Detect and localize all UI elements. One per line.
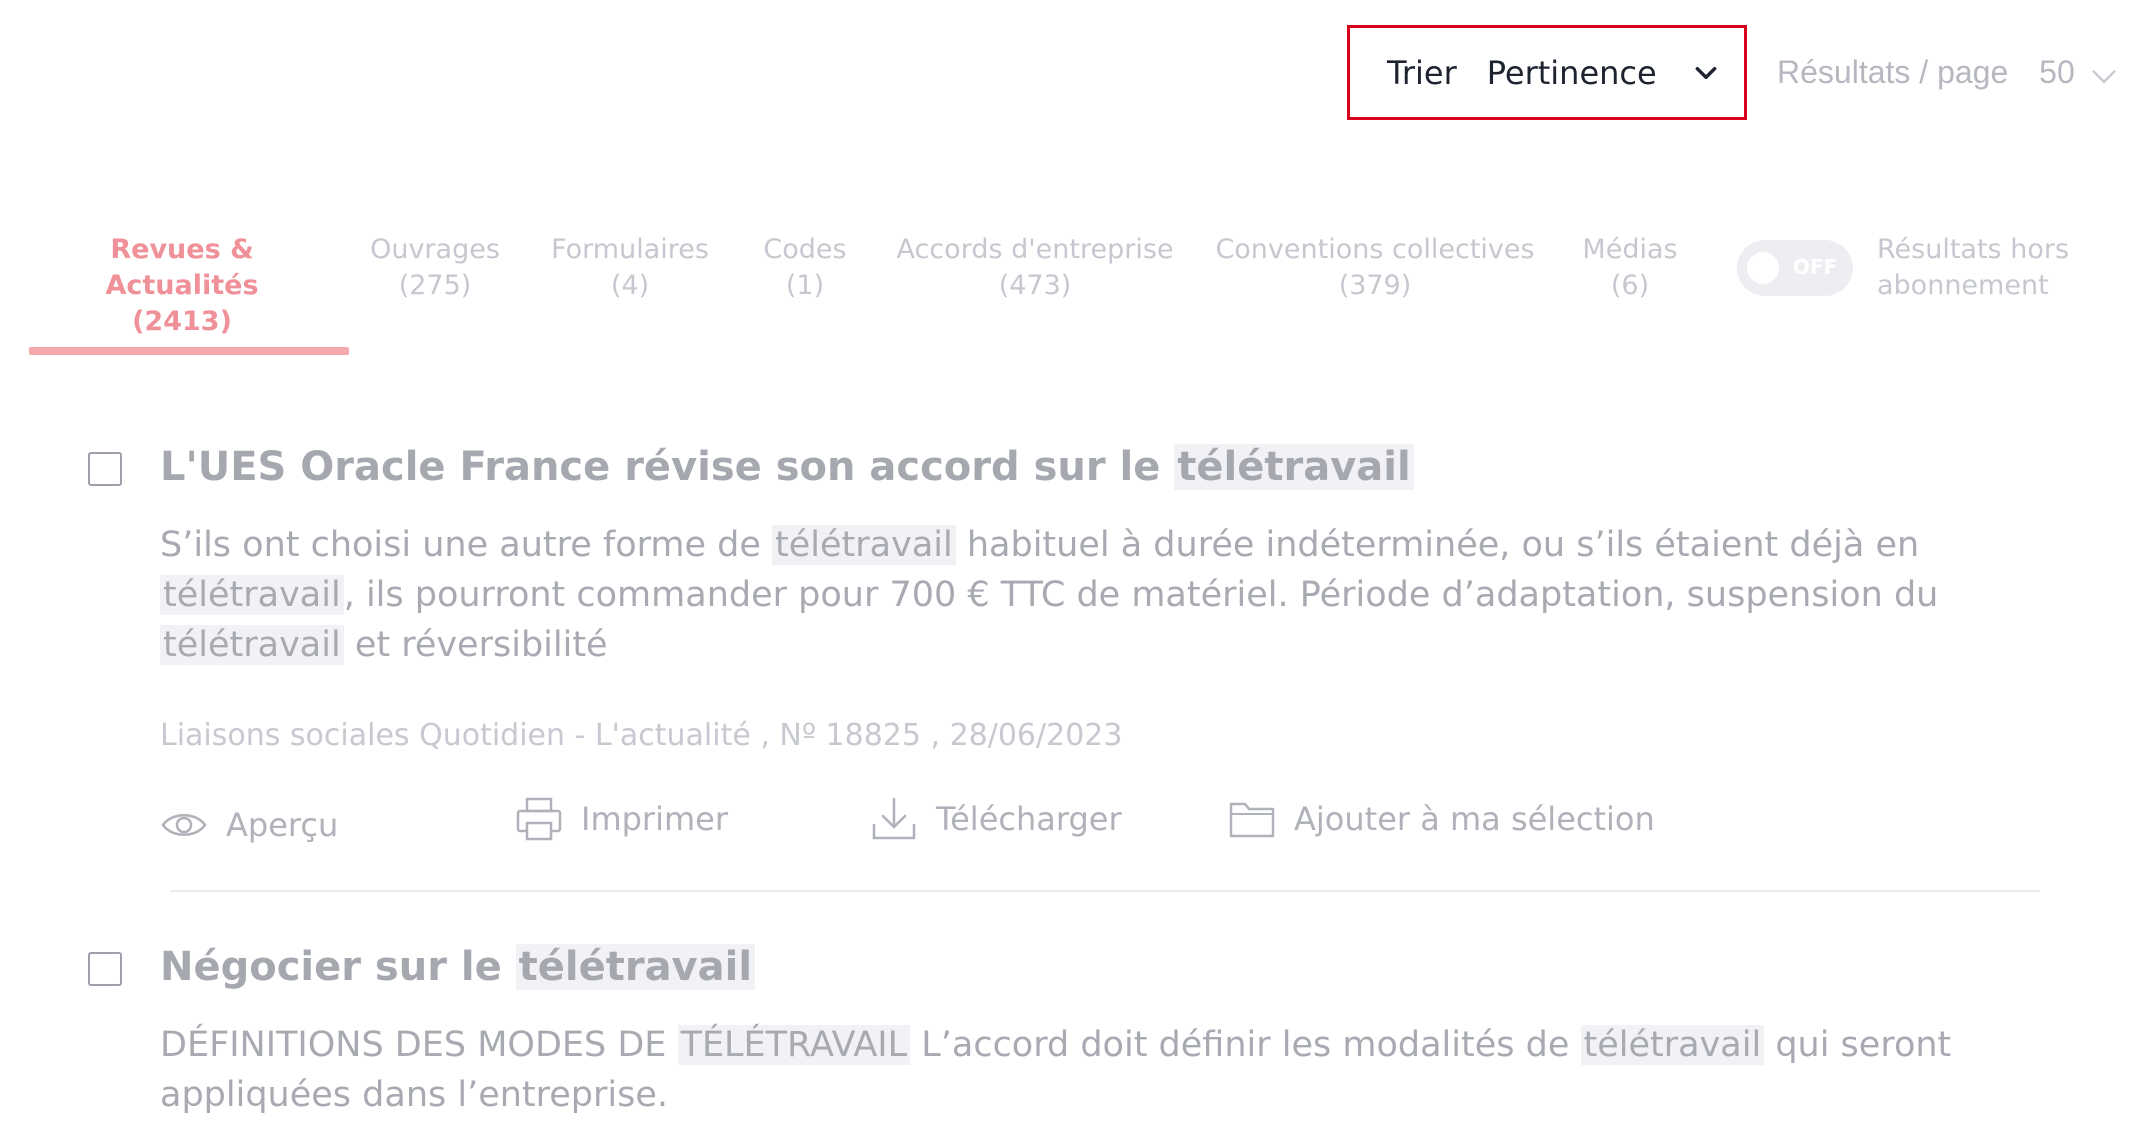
add-selection-label: Ajouter à ma sélection — [1294, 800, 1655, 838]
result-checkbox[interactable] — [88, 452, 122, 486]
desc-highlight: télétravail — [772, 525, 956, 565]
toggle-label: Résultats hors abonnement — [1877, 232, 2069, 304]
print-label: Imprimer — [581, 800, 728, 838]
tab-count: (275) — [398, 270, 472, 301]
toggle-knob — [1747, 252, 1779, 284]
desc-highlight: télétravail — [160, 625, 344, 665]
active-tab-indicator — [29, 347, 349, 355]
sort-value: Pertinence — [1486, 53, 1657, 92]
result-checkbox[interactable] — [88, 952, 122, 986]
result-divider — [170, 890, 2040, 892]
preview-button[interactable]: Aperçu — [160, 802, 338, 848]
title-highlight: télétravail — [1174, 444, 1414, 490]
tab-count: (473) — [998, 270, 1072, 301]
desc-highlight: TÉLÉTRAVAIL — [677, 1025, 911, 1065]
tab-revues-actualites[interactable]: Revues & Actualités (2413) — [44, 232, 320, 340]
desc-text: et réversibilité — [343, 625, 608, 665]
tab-label: Conventions collectives — [1215, 234, 1535, 265]
toggle-label-line: abonnement — [1877, 270, 2049, 301]
tab-codes[interactable]: Codes (1) — [755, 232, 855, 304]
tab-label: Revues & Actualités — [105, 234, 259, 301]
sort-label: Trier — [1387, 53, 1457, 92]
tab-count: (2413) — [132, 306, 232, 337]
chevron-down-icon[interactable] — [2090, 62, 2118, 90]
toggle-state: OFF — [1793, 255, 1838, 279]
tab-ouvrages[interactable]: Ouvrages (275) — [370, 232, 500, 304]
sort-dropdown[interactable]: Trier Pertinence — [1347, 25, 1747, 120]
eye-icon — [161, 814, 207, 836]
result-title[interactable]: Négocier sur le télétravail — [160, 944, 756, 990]
result-description: S’ils ont choisi une autre forme de télé… — [160, 520, 1960, 670]
desc-text: DÉFINITIONS DES MODES DE — [160, 1025, 678, 1065]
tab-formulaires[interactable]: Formulaires (4) — [550, 232, 710, 304]
folder-icon — [1229, 802, 1275, 838]
chevron-down-icon — [1695, 66, 1717, 79]
tab-label: Codes — [763, 234, 847, 265]
tab-count: (4) — [610, 270, 650, 301]
title-text: Négocier sur le — [160, 944, 516, 990]
desc-text: habituel à durée indéterminée, ou s’ils … — [955, 525, 1920, 565]
download-button[interactable]: Télécharger — [870, 796, 1122, 842]
tab-label: Ouvrages — [370, 234, 500, 265]
download-label: Télécharger — [936, 800, 1122, 838]
per-page-value: 50 — [2039, 54, 2075, 90]
download-icon — [872, 797, 916, 840]
result-meta: Liaisons sociales Quotidien - L'actualit… — [160, 718, 1123, 753]
title-text: L'UES Oracle France révise son accord su… — [160, 444, 1175, 490]
tab-medias[interactable]: Médias (6) — [1575, 232, 1685, 304]
tab-label: Accords d'entreprise — [896, 234, 1174, 265]
title-highlight: télétravail — [515, 944, 756, 990]
result-title[interactable]: L'UES Oracle France révise son accord su… — [160, 444, 1414, 490]
tab-count: (1) — [785, 270, 825, 301]
per-page-label: Résultats / page — [1777, 54, 2009, 90]
tab-label: Médias — [1582, 234, 1678, 265]
tab-conventions-collectives[interactable]: Conventions collectives (379) — [1215, 232, 1535, 304]
desc-highlight: télétravail — [1580, 1025, 1765, 1065]
print-button[interactable]: Imprimer — [515, 796, 728, 842]
add-selection-button[interactable]: Ajouter à ma sélection — [1228, 796, 1655, 842]
desc-text: , ils pourront commander pour 700 € TTC … — [343, 575, 1939, 615]
tab-count: (379) — [1338, 270, 1412, 301]
desc-highlight: télétravail — [160, 575, 344, 615]
result-description: DÉFINITIONS DES MODES DE TÉLÉTRAVAIL L’a… — [160, 1020, 1960, 1120]
preview-label: Aperçu — [226, 806, 339, 844]
printer-icon — [516, 797, 562, 841]
tab-count: (6) — [1610, 270, 1650, 301]
results-per-page[interactable]: Résultats / page 50 — [1777, 54, 2075, 91]
tab-accords-entreprise[interactable]: Accords d'entreprise (473) — [895, 232, 1175, 304]
subscription-toggle[interactable]: OFF — [1737, 240, 1853, 296]
tab-label: Formulaires — [551, 234, 709, 265]
toggle-label-line: Résultats hors — [1877, 234, 2070, 265]
desc-text: S’ils ont choisi une autre forme de — [160, 525, 773, 565]
desc-text: L’accord doit définir les modalités de — [910, 1025, 1581, 1065]
